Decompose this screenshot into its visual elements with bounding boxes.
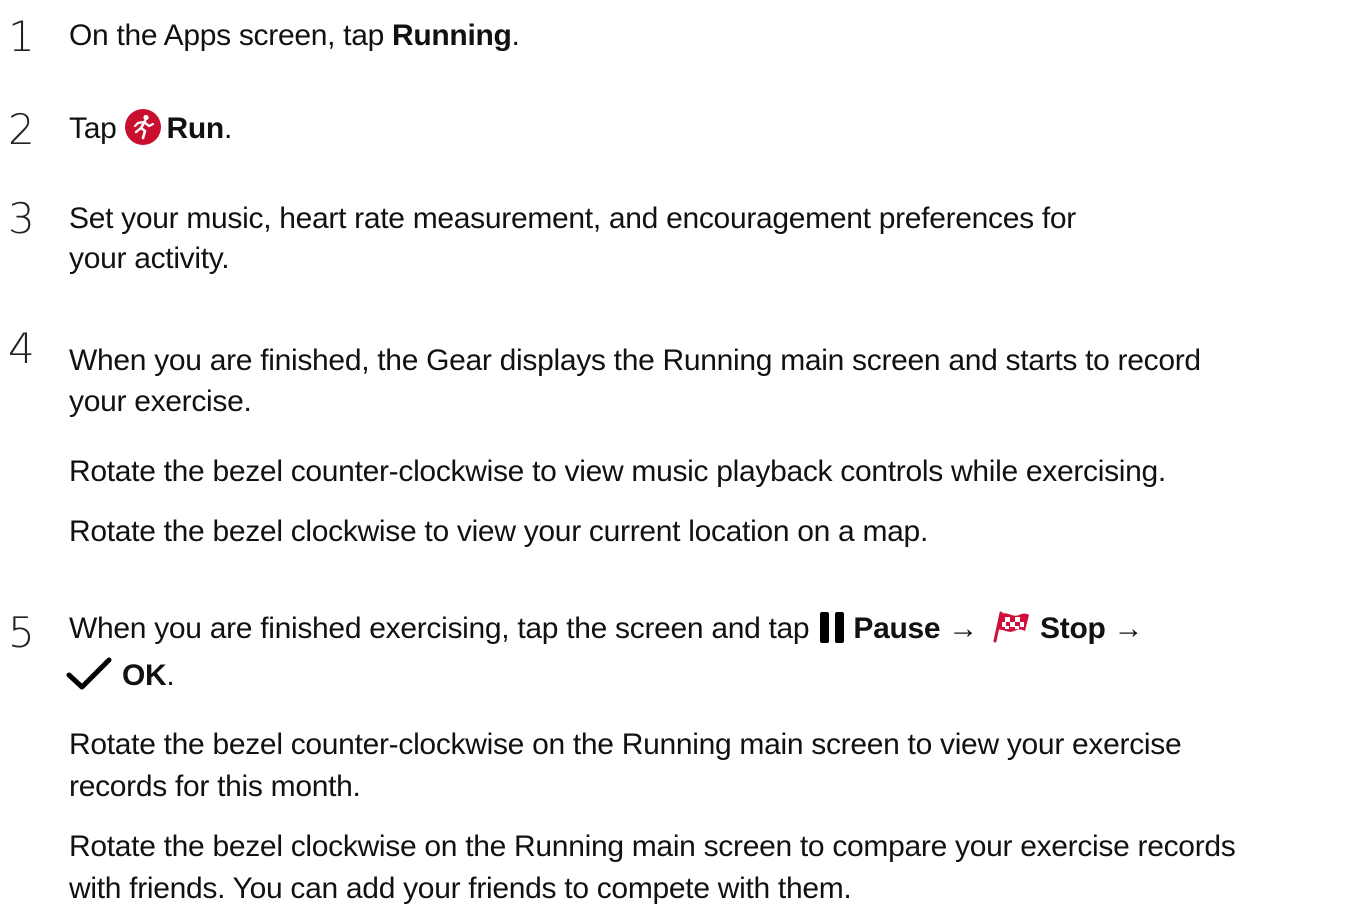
run-label: Run	[166, 112, 225, 145]
step-number: 2	[8, 105, 35, 154]
step-text-line: When you are finished, the Gear displays…	[69, 344, 1201, 377]
step-text-line: Set your music, heart rate measurement, …	[69, 202, 1076, 235]
step-number: 5	[8, 608, 35, 657]
running-label: Running	[392, 19, 512, 52]
step-paragraph: Rotate the bezel clockwise on the Runnin…	[69, 830, 1236, 863]
step-number: 3	[8, 194, 35, 243]
step-paragraph: Rotate the bezel counter-clockwise on th…	[69, 728, 1182, 761]
pause-label: Pause	[853, 612, 941, 645]
step-paragraph: Rotate the bezel clockwise to view your …	[69, 515, 928, 548]
step-paragraph: Rotate the bezel counter-clockwise to vi…	[69, 455, 1166, 488]
step-text: On the Apps screen, tap Running.	[69, 19, 520, 52]
step-text-line: your exercise.	[69, 385, 252, 418]
stop-label: Stop	[1040, 612, 1106, 645]
step-text: Tap Run.	[69, 109, 232, 148]
ok-label: OK	[122, 659, 167, 692]
step-number: 1	[8, 12, 35, 61]
step-paragraph: records for this month.	[69, 770, 361, 803]
step-text-line: OK.	[66, 657, 175, 694]
checkered-flag-icon	[992, 610, 1032, 644]
run-icon	[124, 109, 161, 146]
step-paragraph: with friends. You can add your friends t…	[69, 872, 852, 905]
step-number: 4	[8, 324, 35, 373]
step-text-line: your activity.	[69, 242, 230, 275]
pause-icon	[817, 610, 847, 644]
checkmark-icon	[66, 657, 112, 691]
step-text-line: When you are finished exercising, tap th…	[69, 610, 1144, 645]
